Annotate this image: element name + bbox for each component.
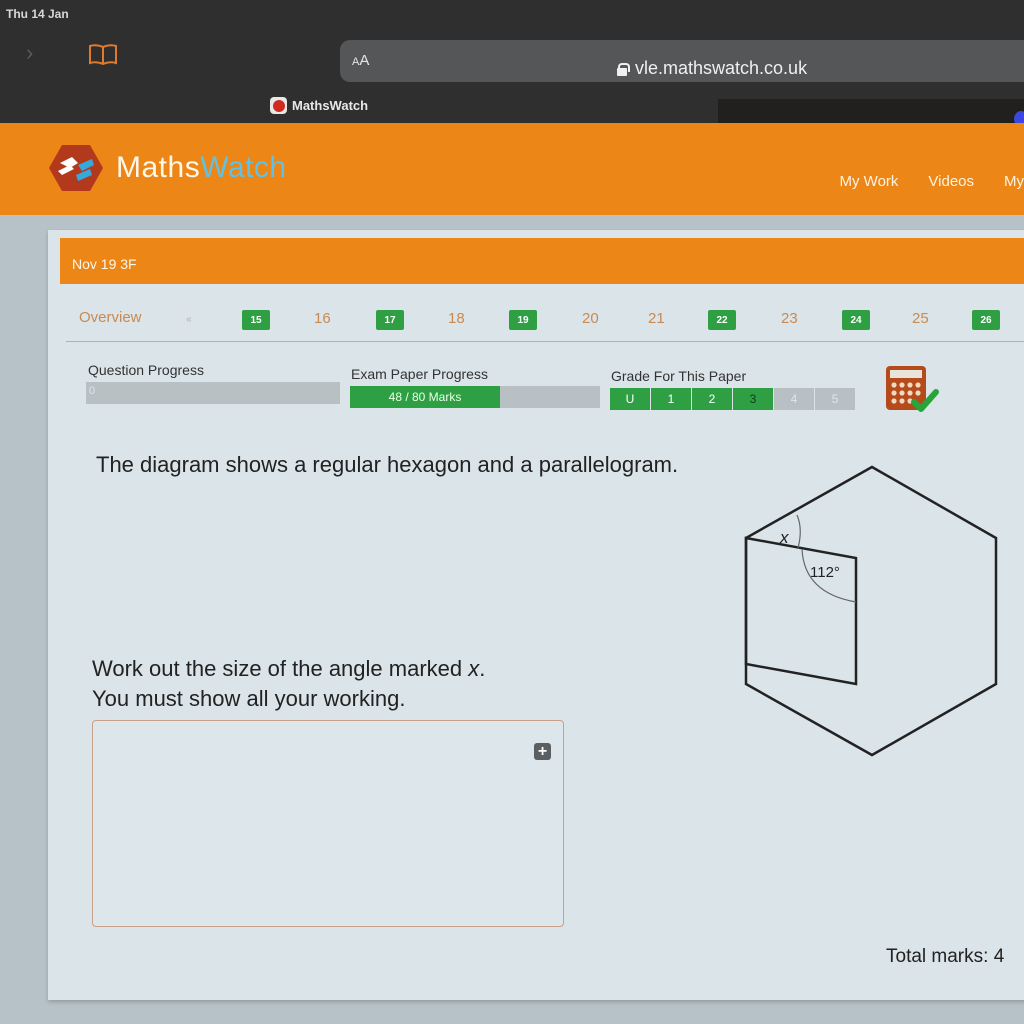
previous-page-icon[interactable]: « <box>186 314 192 325</box>
book-icon[interactable] <box>88 43 118 65</box>
paper-title: Nov 19 3F <box>72 256 137 272</box>
question-25-button[interactable]: 25 <box>912 310 929 327</box>
angle-arc-x <box>796 514 801 549</box>
question-progress-bar: 0 <box>86 382 340 404</box>
question-22-button[interactable]: 22 <box>708 310 736 330</box>
question-instructions: Work out the size of the angle marked x.… <box>92 654 485 714</box>
chevron-right-icon[interactable]: › <box>26 40 33 66</box>
address-bar[interactable]: AA vle.mathswatch.co.uk <box>340 40 1024 82</box>
plus-icon[interactable]: + <box>534 743 551 760</box>
exam-progress-fill: 48 / 80 Marks <box>350 386 500 408</box>
parallelogram <box>744 536 858 686</box>
nav-my-work[interactable]: My Work <box>840 173 899 190</box>
calculator-allowed-icon <box>886 366 939 412</box>
nav-videos[interactable]: Videos <box>928 173 974 190</box>
tab-title: MathsWatch <box>292 98 369 113</box>
grade-scale: U12345 <box>610 388 856 410</box>
nav-my-more[interactable]: My <box>1004 173 1024 190</box>
question-text: The diagram shows a regular hexagon and … <box>96 452 679 477</box>
working-answer-box[interactable]: + <box>92 720 564 927</box>
question-16-button[interactable]: 16 <box>314 310 331 327</box>
site-header: MathsWatch My Work Videos My <box>0 123 1024 215</box>
tab-strip: MathsWatch <box>0 95 1024 129</box>
mathswatch-logo[interactable]: MathsWatch <box>48 143 287 193</box>
question-progress-value: 0 <box>89 385 96 397</box>
instruction-line-2: You must show all your working. <box>92 686 406 711</box>
question-progress-label: Question Progress <box>88 362 204 378</box>
exam-progress-label: Exam Paper Progress <box>351 366 488 382</box>
question-26-button[interactable]: 26 <box>972 310 1000 330</box>
url-display[interactable]: vle.mathswatch.co.uk <box>617 58 807 79</box>
question-24-button[interactable]: 24 <box>842 310 870 330</box>
regular-hexagon <box>744 465 998 757</box>
paper-title-bar: Nov 19 3F <box>60 238 1024 284</box>
grade-cell-3: 3 <box>733 388 774 410</box>
exam-progress-bar: 48 / 80 Marks <box>350 386 600 408</box>
exam-page: Nov 19 3F Overview « 15 16 17 18 19 20 2… <box>48 230 1024 1000</box>
mathswatch-logo-icon <box>49 145 103 191</box>
logo-text: MathsWatch <box>116 151 287 184</box>
total-marks: Total marks: 4 <box>886 946 1005 967</box>
browser-chrome: Thu 14 Jan › AA vle.mathswatch.co.uk Mat… <box>0 0 1024 129</box>
question-navigation: Overview « 15 16 17 18 19 20 21 22 23 24… <box>66 302 1024 342</box>
grade-cell-U: U <box>610 388 651 410</box>
question-17-button[interactable]: 17 <box>376 310 404 330</box>
status-date: Thu 14 Jan <box>6 7 69 21</box>
grade-cell-4: 4 <box>774 388 815 410</box>
lock-icon <box>617 62 630 76</box>
question-19-button[interactable]: 19 <box>509 310 537 330</box>
top-nav: My Work Videos My <box>840 173 1024 190</box>
reader-settings-button[interactable]: AA <box>352 52 369 69</box>
grade-cell-2: 2 <box>692 388 733 410</box>
question-15-button[interactable]: 15 <box>242 310 270 330</box>
angle-label-112: 112° <box>810 564 840 581</box>
mathswatch-favicon-icon <box>270 97 287 114</box>
grade-cell-5: 5 <box>815 388 856 410</box>
instruction-line-1: Work out the size of the angle marked x. <box>92 656 486 681</box>
question-23-button[interactable]: 23 <box>781 310 798 327</box>
question-20-button[interactable]: 20 <box>582 310 599 327</box>
tab-mathswatch[interactable]: MathsWatch <box>270 97 368 114</box>
url-text: vle.mathswatch.co.uk <box>635 58 808 78</box>
overview-link[interactable]: Overview <box>79 309 142 326</box>
angle-label-x: x <box>779 528 789 547</box>
question-18-button[interactable]: 18 <box>448 310 465 327</box>
hexagon-parallelogram-diagram: x 112° <box>744 465 998 757</box>
grade-cell-1: 1 <box>651 388 692 410</box>
grade-label: Grade For This Paper <box>611 368 747 384</box>
question-21-button[interactable]: 21 <box>648 310 665 327</box>
